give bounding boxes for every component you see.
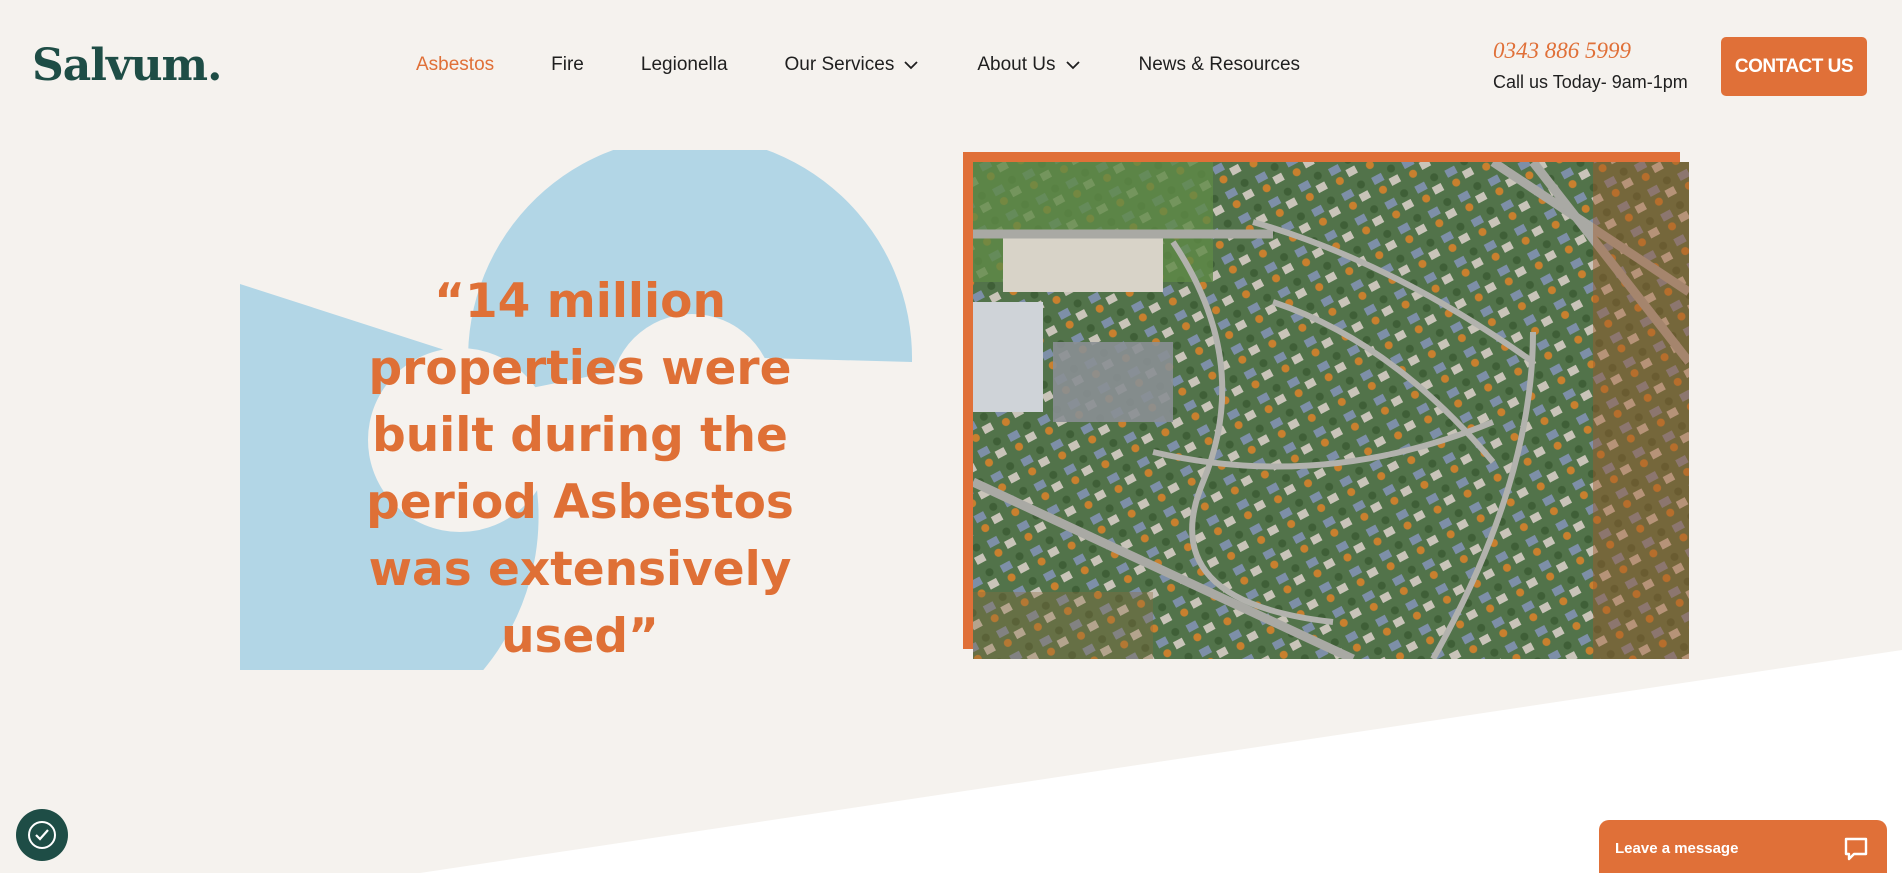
- nav-item-news-resources[interactable]: News & Resources: [1139, 54, 1301, 76]
- phone-number[interactable]: 0343 886 5999: [1493, 38, 1631, 64]
- hero-image: [973, 162, 1689, 659]
- site-header: Salvum. Asbestos Fire Legionella Our Ser…: [0, 0, 1902, 132]
- cookie-consent-button[interactable]: [16, 809, 68, 861]
- nav-item-asbestos[interactable]: Asbestos: [416, 54, 494, 76]
- nav-item-label: News & Resources: [1138, 54, 1301, 75]
- nav-item-about-us[interactable]: About Us: [977, 54, 1081, 76]
- nav-item-fire[interactable]: Fire: [551, 54, 584, 76]
- nav-item-legionella[interactable]: Legionella: [641, 54, 728, 76]
- nav-item-label: Fire: [551, 54, 584, 75]
- nav-item-label: Legionella: [640, 54, 728, 75]
- chevron-down-icon: [1065, 61, 1080, 70]
- chat-bubble-icon: [1844, 837, 1868, 861]
- main-nav: Asbestos Fire Legionella Our Services Ab…: [416, 54, 1357, 76]
- call-hours: Call us Today- 9am-1pm: [1493, 72, 1688, 92]
- contact-us-button[interactable]: CONTACT US: [1721, 37, 1867, 96]
- nav-item-label: Our Services: [784, 54, 895, 75]
- nav-item-label: Asbestos: [416, 54, 495, 75]
- hero-quote: “14 million properties were built during…: [366, 274, 794, 664]
- nav-item-our-services[interactable]: Our Services: [785, 54, 921, 76]
- aerial-housing-image: [973, 162, 1689, 659]
- chevron-down-icon: [904, 61, 918, 70]
- cookie-consent-icon: [28, 821, 56, 849]
- logo[interactable]: Salvum.: [32, 40, 222, 91]
- chat-widget[interactable]: Leave a message: [1599, 820, 1887, 873]
- chat-label: Leave a message: [1615, 840, 1739, 857]
- nav-item-label: About Us: [977, 54, 1056, 75]
